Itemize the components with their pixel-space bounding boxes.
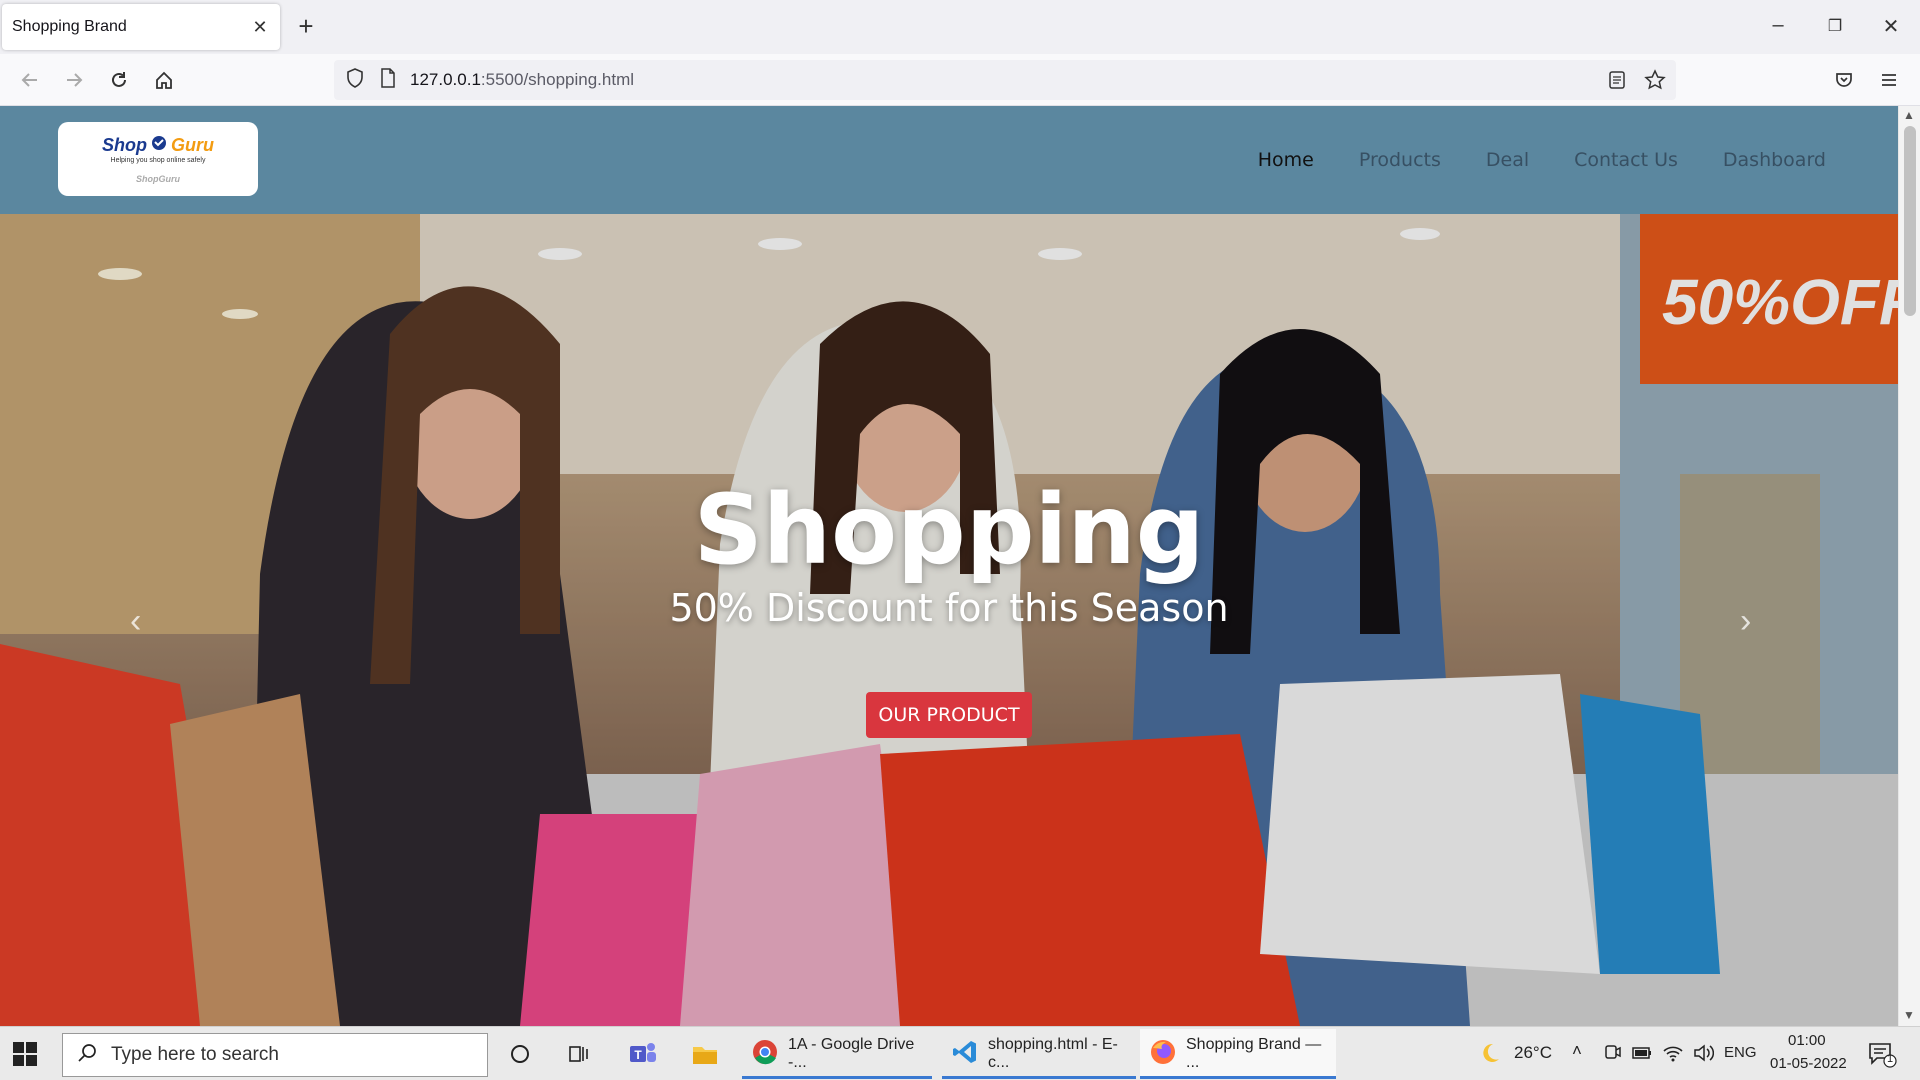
volume-icon[interactable] bbox=[1692, 1043, 1715, 1068]
browser-tab-bar: Shopping Brand ✕ + – ❐ ✕ bbox=[0, 0, 1920, 54]
taskbar-app-label: 1A - Google Drive -... bbox=[788, 1036, 915, 1071]
hero-subtitle: 50% Discount for this Season bbox=[669, 586, 1229, 630]
firefox-icon bbox=[1150, 1039, 1176, 1070]
notifications-icon[interactable] bbox=[1868, 1041, 1898, 1074]
site-header: Shop Guru Helping you shop online safely… bbox=[0, 106, 1898, 214]
scroll-up-icon[interactable]: ▲ bbox=[1903, 108, 1915, 122]
hero-carousel: 50%OFF ‹ › Shopping 50% Discount for thi… bbox=[0, 214, 1898, 1026]
wifi-icon[interactable] bbox=[1662, 1043, 1684, 1068]
logo-word-shop: Shop bbox=[102, 134, 147, 155]
menu-icon[interactable] bbox=[1873, 64, 1905, 96]
logo-wordmark: Shop Guru bbox=[102, 135, 214, 156]
nav-products[interactable]: Products bbox=[1359, 149, 1441, 171]
running-indicator bbox=[742, 1076, 932, 1079]
logo-small-mark: ShopGuru bbox=[136, 173, 180, 184]
cortana-icon[interactable] bbox=[503, 1037, 537, 1071]
new-tab-icon[interactable]: + bbox=[293, 12, 319, 40]
file-explorer-icon[interactable] bbox=[688, 1037, 722, 1071]
nav-dashboard[interactable]: Dashboard bbox=[1723, 149, 1826, 171]
back-icon[interactable] bbox=[14, 64, 46, 96]
windows-start-icon[interactable] bbox=[12, 1041, 38, 1067]
clock-date[interactable]: 01-05-2022 bbox=[1770, 1055, 1847, 1072]
home-icon[interactable] bbox=[148, 64, 180, 96]
logo-tagline: Helping you shop online safely bbox=[110, 156, 206, 164]
shield-icon[interactable] bbox=[346, 67, 364, 93]
language-indicator[interactable]: ENG bbox=[1724, 1044, 1757, 1061]
chrome-icon bbox=[752, 1039, 778, 1070]
teams-icon[interactable]: T bbox=[626, 1037, 660, 1071]
browser-nav-bar: 127.0.0.1:5500/shopping.html bbox=[0, 54, 1920, 106]
tab-title: Shopping Brand bbox=[12, 18, 127, 35]
vscode-icon bbox=[952, 1039, 978, 1070]
window-close-icon[interactable]: ✕ bbox=[1876, 14, 1906, 39]
scroll-down-icon[interactable]: ▼ bbox=[1903, 1008, 1915, 1022]
nav-home[interactable]: Home bbox=[1258, 149, 1314, 171]
clock-time[interactable]: 01:00 bbox=[1788, 1032, 1826, 1049]
url-bar[interactable]: 127.0.0.1:5500/shopping.html bbox=[334, 60, 1676, 100]
taskbar-app-vscode[interactable]: shopping.html - E-c... bbox=[942, 1029, 1136, 1079]
minimize-icon[interactable]: – bbox=[1763, 14, 1793, 37]
main-nav: Home Products Deal Contact Us Dashboard bbox=[1258, 106, 1826, 214]
meet-now-icon[interactable] bbox=[1603, 1043, 1621, 1068]
close-tab-icon[interactable]: ✕ bbox=[250, 17, 270, 38]
reader-view-icon[interactable] bbox=[1608, 70, 1626, 95]
notification-count: 1 bbox=[1887, 1053, 1894, 1065]
restore-icon[interactable]: ❐ bbox=[1820, 16, 1850, 36]
taskbar-app-label: shopping.html - E-c... bbox=[988, 1036, 1118, 1071]
page-icon bbox=[380, 67, 396, 93]
battery-icon[interactable] bbox=[1632, 1045, 1652, 1066]
bookmark-star-icon[interactable] bbox=[1644, 69, 1666, 96]
tray-chevron-up-icon[interactable]: ˄ bbox=[1572, 1041, 1582, 1061]
weather-moon-icon[interactable] bbox=[1478, 1041, 1502, 1070]
running-indicator bbox=[942, 1076, 1136, 1079]
url-host: 127.0.0.1 bbox=[410, 70, 481, 89]
cart-icon bbox=[149, 135, 169, 156]
hero-title: Shopping bbox=[693, 474, 1205, 586]
taskbar-app-firefox[interactable]: Shopping Brand — ... bbox=[1140, 1029, 1336, 1079]
scrollbar-thumb[interactable] bbox=[1904, 126, 1916, 316]
weather-temp[interactable]: 26°C bbox=[1514, 1043, 1552, 1063]
search-placeholder: Type here to search bbox=[111, 1044, 279, 1065]
page-scrollbar[interactable]: ▲ ▼ bbox=[1898, 106, 1920, 1026]
url-path: :5500/shopping.html bbox=[480, 70, 635, 89]
site-logo[interactable]: Shop Guru Helping you shop online safely… bbox=[58, 122, 258, 196]
running-indicator bbox=[1140, 1076, 1336, 1079]
page-viewport: Shop Guru Helping you shop online safely… bbox=[0, 106, 1898, 1026]
browser-tab[interactable]: Shopping Brand ✕ bbox=[2, 4, 280, 50]
nav-contact-us[interactable]: Contact Us bbox=[1574, 149, 1678, 171]
logo-word-guru: Guru bbox=[171, 134, 214, 155]
windows-taskbar: Type here to search T 1A - Google Drive … bbox=[0, 1026, 1920, 1080]
taskbar-app-chrome[interactable]: 1A - Google Drive -... bbox=[742, 1029, 932, 1079]
task-view-icon[interactable] bbox=[562, 1037, 596, 1071]
nav-deal[interactable]: Deal bbox=[1486, 149, 1529, 171]
svg-text:T: T bbox=[634, 1048, 642, 1062]
our-product-button[interactable]: OUR PRODUCT bbox=[866, 692, 1032, 738]
pocket-icon[interactable] bbox=[1828, 64, 1860, 96]
forward-icon[interactable] bbox=[58, 64, 90, 96]
taskbar-search-box[interactable]: Type here to search bbox=[62, 1033, 488, 1077]
reload-icon[interactable] bbox=[103, 64, 135, 96]
search-icon bbox=[77, 1043, 97, 1068]
taskbar-app-label: Shopping Brand — ... bbox=[1186, 1036, 1322, 1071]
